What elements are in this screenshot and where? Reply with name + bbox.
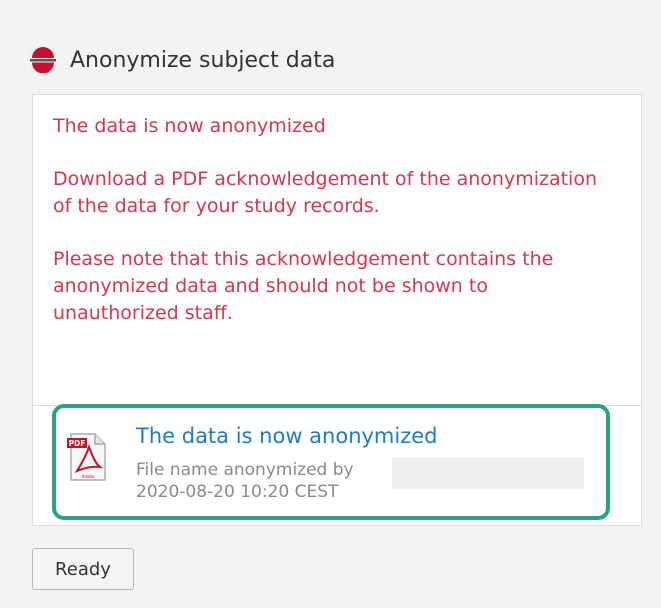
status-message: The data is now anonymized: [53, 115, 326, 137]
panel-title: Anonymize subject data: [70, 47, 336, 73]
svg-text:Adobe: Adobe: [82, 474, 95, 479]
pdf-file-icon: PDF Adobe: [67, 433, 106, 481]
message-list: The data is now anonymized Download a PD…: [53, 113, 613, 353]
download-info-message: Download a PDF acknowledgement of the an…: [53, 168, 597, 217]
attachment-title-link[interactable]: The data is now anonymized: [136, 424, 438, 448]
attachment-meta-line: File name anonymized by: [136, 460, 354, 480]
attachment-meta: File name anonymized by 2020-08-20 10:20…: [136, 459, 354, 503]
attachment-timestamp: 2020-08-20 10:20 CEST: [136, 482, 339, 502]
svg-text:PDF: PDF: [69, 439, 86, 448]
pdf-attachment-card[interactable]: PDF Adobe The data is now anonymized Fil…: [52, 404, 610, 520]
panel-header: Anonymize subject data: [30, 40, 335, 80]
redacted-name: [392, 457, 584, 489]
anonymize-icon: [30, 47, 56, 73]
warning-message: Please note that this acknowledgement co…: [53, 248, 554, 324]
ready-button[interactable]: Ready: [32, 548, 134, 590]
